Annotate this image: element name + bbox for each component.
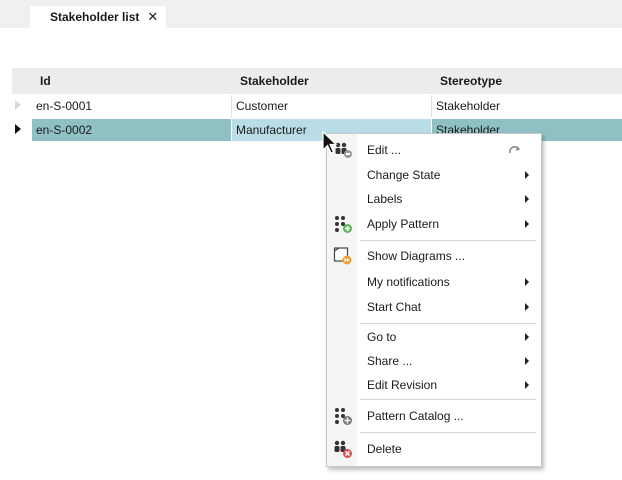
menu-item-label: Edit Revision	[367, 378, 438, 392]
pattern-catalog-icon	[333, 406, 353, 426]
menu-item-go-to[interactable]: Go to	[327, 325, 541, 349]
submenu-arrow-icon	[525, 278, 529, 286]
stakeholder-list-window: Stakeholder list ✕ Id Stakeholder Stereo…	[0, 0, 622, 480]
menu-item-label: Go to	[367, 330, 397, 344]
submenu-arrow-icon	[525, 220, 529, 228]
tab-title: Stakeholder list	[50, 10, 140, 24]
row-indicator-icon	[15, 100, 21, 110]
menu-item-label: My notifications	[367, 275, 450, 289]
row-indicator-icon	[15, 124, 21, 134]
cell-stakeholder[interactable]: Customer	[232, 95, 432, 117]
menu-item-apply-pattern[interactable]: Apply Pattern	[327, 212, 541, 236]
cell-id[interactable]: en-S-0002	[32, 119, 231, 141]
submenu-arrow-icon	[525, 303, 529, 311]
menu-item-labels[interactable]: Labels	[327, 187, 541, 211]
menu-item-label: Apply Pattern	[367, 217, 440, 231]
tab-stakeholder-list[interactable]: Stakeholder list ✕	[30, 6, 167, 28]
menu-item-label: Pattern Catalog ...	[367, 409, 464, 423]
menu-item-show-diagrams[interactable]: Show Diagrams ...	[327, 244, 541, 268]
menu-item-my-notifications[interactable]: My notifications	[327, 270, 541, 294]
column-header-stakeholder[interactable]: Stakeholder	[240, 68, 309, 94]
submenu-arrow-icon	[525, 171, 529, 179]
menu-item-label: Start Chat	[367, 300, 422, 314]
delete-icon	[333, 439, 353, 459]
menu-item-label: Show Diagrams ...	[367, 249, 466, 263]
cell-stereotype[interactable]: Stakeholder	[432, 95, 622, 117]
submenu-arrow-icon	[525, 333, 529, 341]
grid-header: Id Stakeholder Stereotype	[12, 68, 622, 94]
show-diagrams-icon	[333, 246, 353, 266]
toolbar-area	[8, 28, 622, 66]
mouse-cursor-icon	[322, 130, 340, 157]
menu-separator	[360, 240, 536, 241]
column-header-stereotype[interactable]: Stereotype	[440, 68, 502, 94]
menu-item-pattern-catalog[interactable]: Pattern Catalog ...	[327, 404, 541, 428]
menu-item-edit[interactable]: Edit ...	[327, 138, 541, 162]
column-header-id[interactable]: Id	[40, 68, 51, 94]
tab-strip: Stakeholder list ✕	[0, 0, 622, 28]
apply-pattern-icon	[333, 214, 353, 234]
menu-item-change-state[interactable]: Change State	[327, 163, 541, 187]
menu-separator	[360, 399, 536, 400]
menu-item-label: Change State	[367, 168, 441, 182]
submenu-arrow-icon	[525, 381, 529, 389]
menu-item-share[interactable]: Share ...	[327, 349, 541, 373]
menu-item-label: Delete	[367, 442, 402, 456]
menu-item-label: Share ...	[367, 354, 413, 368]
menu-item-start-chat[interactable]: Start Chat	[327, 295, 541, 319]
redo-icon	[509, 144, 521, 158]
close-icon[interactable]: ✕	[147, 9, 158, 25]
menu-separator	[360, 432, 536, 433]
submenu-arrow-icon	[525, 195, 529, 203]
submenu-arrow-icon	[525, 357, 529, 365]
context-menu: Edit ... Change State Labels Apply Patte…	[326, 133, 542, 467]
stakeholder-grid: Id Stakeholder Stereotype en-S-0001 Cust…	[12, 68, 622, 142]
menu-item-edit-revision[interactable]: Edit Revision	[327, 373, 541, 397]
table-row[interactable]: en-S-0001 Customer Stakeholder	[12, 94, 622, 118]
cell-id[interactable]: en-S-0001	[32, 95, 232, 117]
menu-separator	[360, 323, 536, 324]
menu-item-label: Labels	[367, 192, 403, 206]
menu-item-label: Edit ...	[367, 143, 402, 157]
menu-item-delete[interactable]: Delete	[327, 437, 541, 461]
